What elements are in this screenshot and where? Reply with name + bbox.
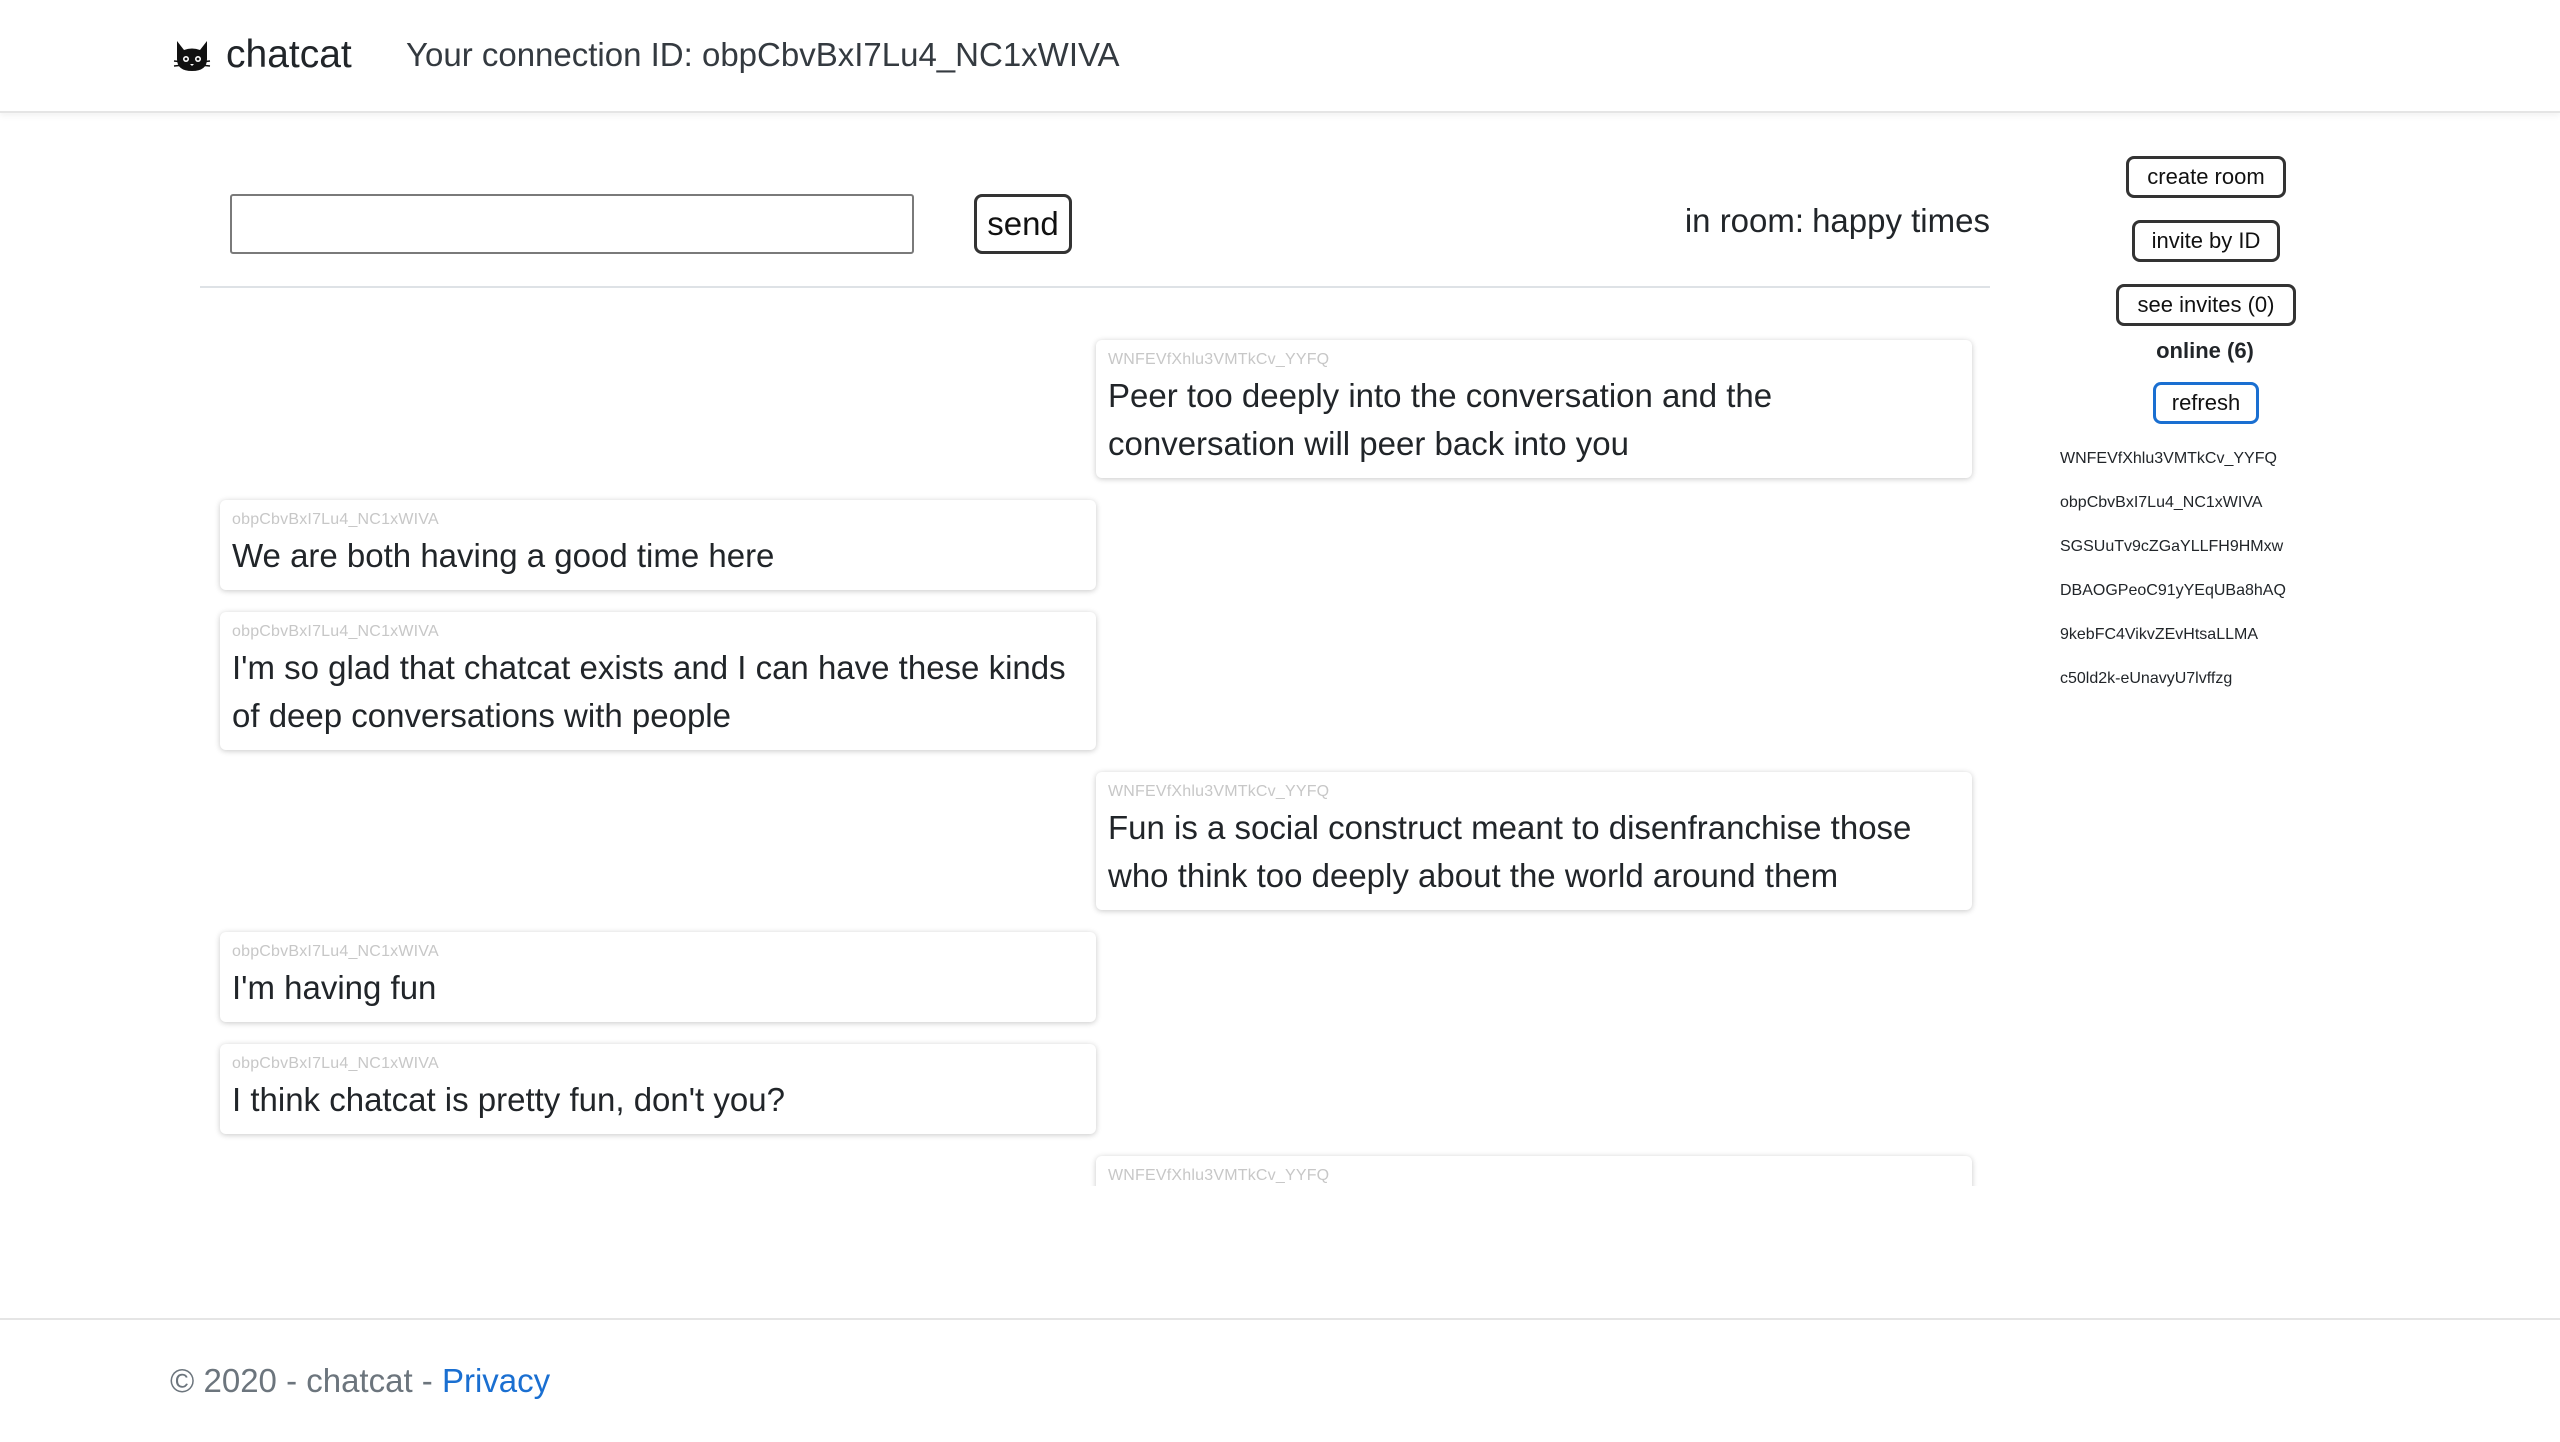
room-name: happy times [1812, 202, 1990, 239]
online-user-item[interactable]: 9kebFC4VikvZEvHtsaLLMA [2060, 620, 2350, 664]
message-sender: obpCbvBxI7Lu4_NC1xWIVA [232, 511, 439, 528]
message-input[interactable] [230, 194, 914, 254]
message-sender: obpCbvBxI7Lu4_NC1xWIVA [232, 1055, 439, 1072]
message-sender: obpCbvBxI7Lu4_NC1xWIVA [232, 943, 439, 960]
message-card: obpCbvBxI7Lu4_NC1xWIVA I think chatcat i… [220, 1044, 1096, 1134]
cat-icon [172, 35, 212, 75]
message-sender: WNFEVfXhlu3VMTkCv_YYFQ [1108, 351, 1330, 368]
message-card: obpCbvBxI7Lu4_NC1xWIVA I'm so glad that … [220, 612, 1096, 750]
online-user-item[interactable]: DBAOGPeoC91yYEqUBa8hAQ [2060, 576, 2350, 620]
top-navbar: chatcat Your connection ID: obpCbvBxI7Lu… [0, 0, 2560, 113]
invite-by-id-button[interactable]: invite by ID [2132, 220, 2280, 262]
message-sender: obpCbvBxI7Lu4_NC1xWIVA [232, 623, 439, 640]
online-user-item[interactable]: WNFEVfXhlu3VMTkCv_YYFQ [2060, 444, 2350, 488]
message-card: WNFEVfXhlu3VMTkCv_YYFQ Peer too deeply i… [1096, 340, 1972, 478]
message-card: obpCbvBxI7Lu4_NC1xWIVA I'm having fun [220, 932, 1096, 1022]
divider [200, 286, 1990, 288]
room-label: in room: happy times [1685, 202, 1990, 240]
message-card: WNFEVfXhlu3VMTkCv_YYFQ Fun is a social c… [1096, 772, 1972, 910]
refresh-button[interactable]: refresh [2153, 382, 2259, 424]
message-card: WNFEVfXhlu3VMTkCv_YYFQ [1096, 1156, 1972, 1186]
footer-text: © 2020 - chatcat - Privacy [170, 1362, 550, 1400]
create-room-button[interactable]: create room [2126, 156, 2286, 198]
message-text: I'm so glad that chatcat exists and I ca… [232, 649, 1066, 734]
online-user-item[interactable]: c50ld2k-eUnavyU7lvffzg [2060, 664, 2350, 708]
see-invites-button[interactable]: see invites (0) [2116, 284, 2296, 326]
message-text: I think chatcat is pretty fun, don't you… [232, 1081, 785, 1118]
online-user-item[interactable]: obpCbvBxI7Lu4_NC1xWIVA [2060, 488, 2350, 532]
connection-id-label: Your connection ID: obpCbvBxI7Lu4_NC1xWI… [406, 36, 1120, 73]
message-text: We are both having a good time here [232, 537, 775, 574]
brand-link[interactable]: chatcat [172, 30, 352, 80]
brand-name: chatcat [226, 33, 352, 76]
message-card: obpCbvBxI7Lu4_NC1xWIVA We are both havin… [220, 500, 1096, 590]
privacy-link[interactable]: Privacy [442, 1362, 550, 1399]
online-count-label: online (6) [2156, 338, 2254, 363]
online-user-item[interactable]: SGSUuTv9cZGaYLLFH9HMxw [2060, 532, 2350, 576]
message-sender: WNFEVfXhlu3VMTkCv_YYFQ [1108, 1167, 1330, 1184]
message-list[interactable]: WNFEVfXhlu3VMTkCv_YYFQ Peer too deeply i… [200, 330, 1990, 1186]
room-prefix: in room: [1684, 202, 1805, 239]
message-sender: WNFEVfXhlu3VMTkCv_YYFQ [1108, 783, 1330, 800]
message-text: Fun is a social construct meant to disen… [1108, 809, 1912, 894]
footer: © 2020 - chatcat - Privacy [0, 1318, 2560, 1442]
online-user-list: WNFEVfXhlu3VMTkCv_YYFQ obpCbvBxI7Lu4_NC1… [2060, 444, 2350, 708]
send-button[interactable]: send [974, 194, 1072, 254]
message-text: Peer too deeply into the conversation an… [1108, 377, 1773, 462]
message-text: I'm having fun [232, 969, 437, 1006]
copyright-text: © 2020 - chatcat - [170, 1362, 433, 1399]
